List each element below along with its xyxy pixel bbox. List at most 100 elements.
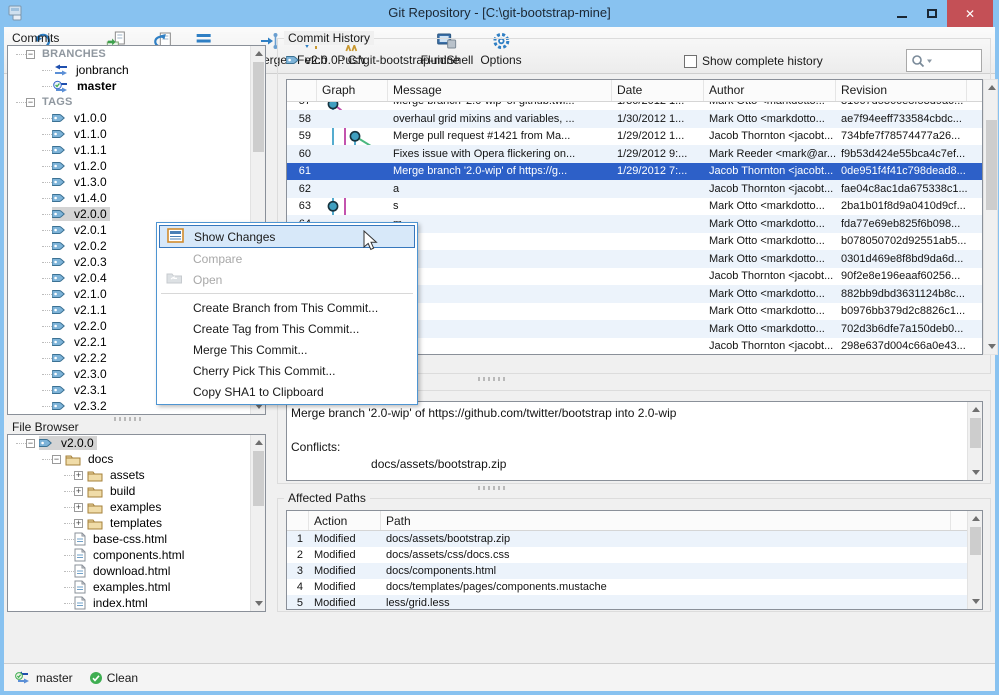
affected-paths-scrollbar[interactable] <box>967 511 982 609</box>
column-header-num[interactable] <box>287 80 317 101</box>
commit-row[interactable]: 57Merge branch '2.0-wip' of github:twi..… <box>287 102 982 110</box>
history-message-splitter[interactable] <box>478 377 508 381</box>
search-input[interactable] <box>906 49 982 72</box>
collapse-icon[interactable]: − <box>52 455 61 464</box>
tree-item-v1-2-0[interactable]: v1.2.0 <box>8 158 250 174</box>
maximize-button[interactable] <box>917 0 947 27</box>
column-header-author[interactable]: Author <box>704 80 836 101</box>
menu-item-label: Cherry Pick This Commit... <box>193 364 335 378</box>
path-row[interactable]: 3Modifieddocs/components.html <box>287 563 982 579</box>
cell-msg: re <box>388 340 612 352</box>
cell-rev: 2ba1b01f8d9a0410d9cf... <box>836 200 967 212</box>
tree-item-v1-0-0[interactable]: v1.0.0 <box>8 110 250 126</box>
menu-separator <box>161 293 413 294</box>
commit-row[interactable]: 58overhaul grid mixins and variables, ..… <box>287 110 982 128</box>
commit-table-scrollbar[interactable] <box>983 79 998 355</box>
branch-icon <box>52 64 69 76</box>
commit-message-scrollbar[interactable] <box>967 402 982 480</box>
path-row[interactable]: 2Modifieddocs/assets/css/docs.css <box>287 547 982 563</box>
cell-msg: M <box>388 235 612 247</box>
tree-item-label: v2.3.0 <box>71 367 110 381</box>
tree-item-v1-1-0[interactable]: v1.1.0 <box>8 126 250 142</box>
close-button[interactable]: ✕ <box>947 0 993 27</box>
menu-item-create-branch-from-this-commit-[interactable]: Create Branch from This Commit... <box>159 297 415 318</box>
cell-msg: re <box>388 270 612 282</box>
tree-item-examples-html[interactable]: examples.html <box>8 579 250 595</box>
expand-icon[interactable]: + <box>74 519 83 528</box>
paths-column-header-num[interactable] <box>287 511 309 530</box>
tag-icon <box>52 384 67 396</box>
commit-row[interactable]: 59Merge pull request #1421 from Ma...1/2… <box>287 128 982 146</box>
tree-item-v1-3-0[interactable]: v1.3.0 <box>8 174 250 190</box>
menu-item-cherry-pick-this-commit-[interactable]: Cherry Pick This Commit... <box>159 360 415 381</box>
column-header-graph[interactable]: Graph <box>317 80 388 101</box>
tree-item-components-html[interactable]: components.html <box>8 547 250 563</box>
paths-column-header-path[interactable]: Path <box>381 511 951 530</box>
commit-row[interactable]: 60Fixes issue with Opera flickering on..… <box>287 145 982 163</box>
tree-item-v1-1-1[interactable]: v1.1.1 <box>8 142 250 158</box>
menu-item-copy-sha1-to-clipboard[interactable]: Copy SHA1 to Clipboard <box>159 381 415 402</box>
tree-item-jonbranch[interactable]: jonbranch <box>8 62 250 78</box>
tag-icon <box>52 176 67 188</box>
column-header-revision[interactable]: Revision <box>836 80 967 101</box>
menu-item-merge-this-commit-[interactable]: Merge This Commit... <box>159 339 415 360</box>
path-row[interactable]: 4Modifieddocs/templates/pages/components… <box>287 579 982 595</box>
tree-item-download-html[interactable]: download.html <box>8 563 250 579</box>
path-row[interactable]: 1Modifieddocs/assets/bootstrap.zip <box>287 531 982 547</box>
tree-item-templates[interactable]: +templates <box>8 515 250 531</box>
tree-item-docs[interactable]: −docs <box>8 451 250 467</box>
tree-item-examples[interactable]: +examples <box>8 499 250 515</box>
cell-author: Mark Otto <markdotto... <box>704 253 836 265</box>
collapse-icon[interactable]: − <box>26 98 35 107</box>
tree-item-label: v1.4.0 <box>71 191 110 205</box>
message-paths-splitter[interactable] <box>478 486 508 490</box>
titlebar[interactable]: Git Repository - [C:\git-bootstrap-mine]… <box>0 0 999 27</box>
menu-item-show-changes[interactable]: Show Changes <box>159 225 415 248</box>
tree-item-v1-4-0[interactable]: v1.4.0 <box>8 190 250 206</box>
sidebar-splitter[interactable] <box>114 417 144 421</box>
column-header-date[interactable]: Date <box>612 80 704 101</box>
commit-message-box[interactable]: Merge branch '2.0-wip' of https://github… <box>286 401 983 481</box>
collapse-icon[interactable]: − <box>26 439 35 448</box>
cell-msg: re <box>388 253 612 265</box>
commit-row[interactable]: 61Merge branch '2.0-wip' of https://g...… <box>287 163 982 181</box>
tree-item-build[interactable]: +build <box>8 483 250 499</box>
cell-num: 62 <box>287 183 317 195</box>
tree-item-tags[interactable]: −TAGS <box>8 94 250 110</box>
tree-item-index-html[interactable]: index.html <box>8 595 250 611</box>
tree-item-v2-0-0[interactable]: v2.0.0 <box>8 206 250 222</box>
cell-rev: b0976bb379d2c8826c1... <box>836 305 967 317</box>
expand-icon[interactable]: + <box>74 487 83 496</box>
menu-item-create-tag-from-this-commit-[interactable]: Create Tag from This Commit... <box>159 318 415 339</box>
cell-rev: f9b53d424e55bca4c7ef... <box>836 148 967 160</box>
commit-row[interactable]: 63sMark Otto <markdotto...2ba1b01f8d9a04… <box>287 198 982 216</box>
affected-paths-header[interactable]: ActionPath <box>287 511 982 531</box>
commit-row-partial[interactable]: 57Merge branch '2.0-wip' of github:twi..… <box>287 102 982 110</box>
show-complete-history-checkbox[interactable] <box>684 55 697 68</box>
tree-item-master[interactable]: master <box>8 78 250 94</box>
path-row[interactable]: 5Modifiedless/grid.less <box>287 595 982 609</box>
cell-author: Jacob Thornton <jacobt... <box>704 165 836 177</box>
commit-table-header[interactable]: GraphMessageDateAuthorRevision <box>287 80 982 102</box>
tree-item-v2-0-0[interactable]: − v2.0.0 <box>8 435 250 451</box>
tree-item-label: v2.0.0 <box>58 436 97 450</box>
tree-item-base-css-html[interactable]: base-css.html <box>8 531 250 547</box>
cell-rev: b078050702d92551ab5... <box>836 235 967 247</box>
tree-item-branches[interactable]: −BRANCHES <box>8 46 250 62</box>
commit-row[interactable]: 62aJacob Thornton <jacobt...fae04c8ac1da… <box>287 180 982 198</box>
expand-icon[interactable]: + <box>74 503 83 512</box>
paths-column-header-action[interactable]: Action <box>309 511 381 530</box>
clean-status-icon <box>89 671 103 685</box>
expand-icon[interactable]: + <box>74 471 83 480</box>
tree-item-label: base-css.html <box>90 532 170 546</box>
column-header-message[interactable]: Message <box>388 80 612 101</box>
collapse-icon[interactable]: − <box>26 50 35 59</box>
cell-author: Mark Otto <markdotto... <box>704 113 836 125</box>
show-complete-history[interactable]: Show complete history <box>684 54 823 68</box>
minimize-button[interactable] <box>887 0 917 27</box>
tree-item-assets[interactable]: +assets <box>8 467 250 483</box>
menu-item-label: Open <box>193 273 222 287</box>
current-ref: v2.0.0 : C:\git-bootstrap-mine <box>286 53 460 67</box>
file-browser-scrollbar[interactable] <box>250 435 265 611</box>
tag-icon <box>52 192 67 204</box>
